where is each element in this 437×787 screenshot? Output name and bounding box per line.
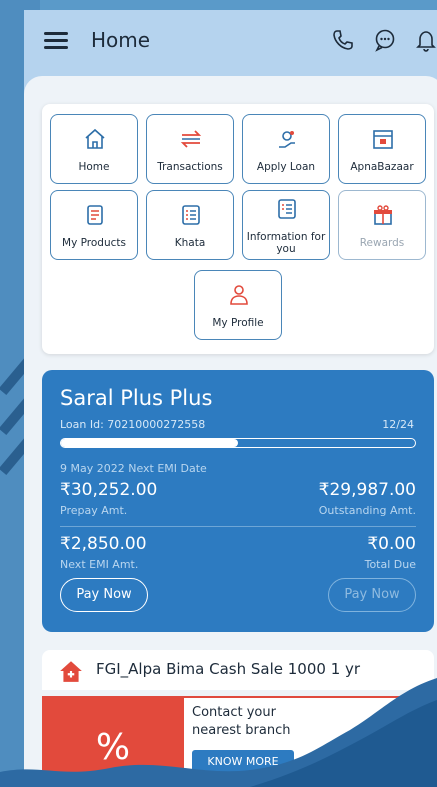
tile-label: Transactions bbox=[157, 161, 223, 173]
chat-icon[interactable] bbox=[373, 28, 397, 52]
decorative-wave bbox=[0, 678, 437, 787]
tile-transactions[interactable]: Transactions bbox=[146, 114, 234, 184]
transfer-icon bbox=[180, 130, 202, 148]
outstanding-amount: ₹29,987.00 bbox=[318, 480, 416, 500]
ledger-icon bbox=[182, 205, 200, 225]
tile-home[interactable]: Home bbox=[50, 114, 138, 184]
tile-label: Home bbox=[78, 161, 110, 173]
app-header: Home bbox=[24, 10, 437, 74]
menu-icon[interactable] bbox=[44, 32, 68, 50]
loan-progress-fill bbox=[61, 439, 238, 447]
page-title: Home bbox=[91, 28, 151, 52]
profile-icon bbox=[230, 285, 248, 305]
loan-title: Saral Plus Plus bbox=[60, 386, 213, 410]
tile-label: Khata bbox=[174, 237, 206, 249]
tile-apply-loan[interactable]: Apply Loan bbox=[242, 114, 330, 184]
total-due-amount: ₹0.00 bbox=[367, 534, 416, 554]
tile-label: ApnaBazaar bbox=[350, 161, 414, 173]
prepay-amount: ₹30,252.00 bbox=[60, 480, 158, 500]
loan-id: Loan Id: 70210000272558 bbox=[60, 418, 206, 431]
next-emi-amount: ₹2,850.00 bbox=[60, 534, 147, 554]
tile-rewards[interactable]: Rewards bbox=[338, 190, 426, 260]
tile-label: My Profile bbox=[212, 317, 264, 329]
loan-icon bbox=[279, 131, 295, 148]
tile-label: Rewards bbox=[359, 237, 405, 249]
prepay-label: Prepay Amt. bbox=[60, 504, 128, 517]
total-due-label: Total Due bbox=[364, 558, 416, 571]
outstanding-label: Outstanding Amt. bbox=[318, 504, 416, 517]
store-icon bbox=[373, 130, 393, 149]
next-emi-label: Next EMI Amt. bbox=[60, 558, 139, 571]
tile-my-profile[interactable]: My Profile bbox=[194, 270, 282, 340]
loan-card: Saral Plus Plus Loan Id: 70210000272558 … bbox=[42, 370, 434, 632]
tile-label: My Products bbox=[62, 237, 126, 249]
next-emi-date: 9 May 2022 Next EMI Date bbox=[60, 462, 207, 475]
tile-apnabazaar[interactable]: ApnaBazaar bbox=[338, 114, 426, 184]
pay-now-button[interactable]: Pay Now bbox=[60, 578, 148, 612]
bell-icon[interactable] bbox=[414, 28, 437, 52]
tile-information-for-you[interactable]: Information for you bbox=[242, 190, 330, 260]
installment-count: 12/24 bbox=[382, 418, 414, 431]
info-icon bbox=[278, 199, 296, 219]
pay-now-total-due-button[interactable]: Pay Now bbox=[328, 578, 416, 612]
quick-menu-card: Home Transactions Apply Loan ApnaBazaar … bbox=[42, 104, 434, 354]
tile-khata[interactable]: Khata bbox=[146, 190, 234, 260]
phone-icon[interactable] bbox=[331, 28, 355, 52]
products-icon bbox=[87, 205, 103, 225]
tile-label: Apply Loan bbox=[256, 161, 316, 173]
divider bbox=[60, 526, 416, 527]
tile-label: Information for you bbox=[246, 231, 326, 255]
tile-my-products[interactable]: My Products bbox=[50, 190, 138, 260]
home-icon bbox=[85, 128, 105, 149]
loan-progress-bar bbox=[60, 438, 416, 448]
gift-icon bbox=[374, 205, 392, 225]
